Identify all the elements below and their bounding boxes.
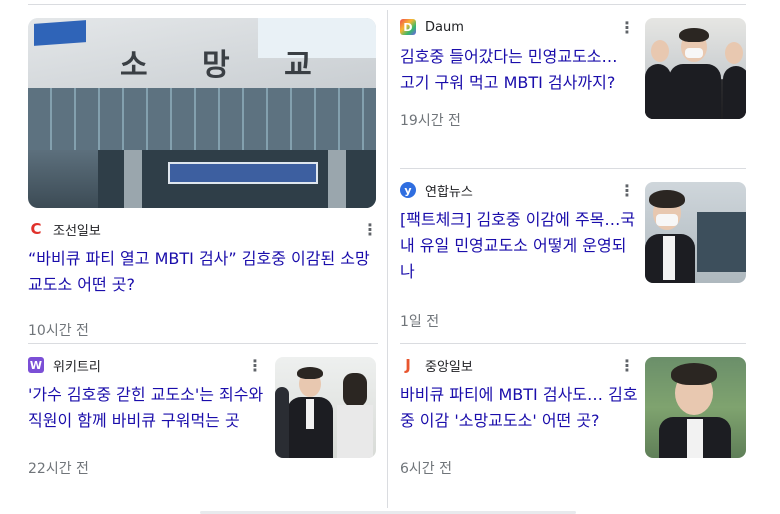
- news-card-wikitree[interactable]: W 위키트리 '가수 김호중 갇힌 교도소'는 죄수와 직원이 함께 바비큐 구…: [28, 356, 268, 478]
- joongang-logo-icon: J: [405, 356, 411, 374]
- source-name: Daum: [425, 19, 464, 35]
- source-name: 위키트리: [53, 359, 101, 375]
- card-source: D Daum: [400, 18, 640, 36]
- article-thumbnail[interactable]: [645, 182, 746, 283]
- daum-logo-icon: D: [400, 19, 416, 35]
- chosun-logo-icon: C: [30, 220, 42, 238]
- card-source: y 연합뉴스: [400, 181, 640, 200]
- wikitree-logo-icon: W: [28, 357, 44, 373]
- yonhap-logo-icon: y: [400, 182, 416, 198]
- timestamp: 22시간 전: [28, 461, 89, 477]
- article-image-prison-building[interactable]: 소 망 교 도 소: [28, 18, 376, 208]
- column-divider: [387, 10, 388, 508]
- timestamp: 19시간 전: [400, 113, 461, 129]
- card-source: W 위키트리: [28, 356, 268, 375]
- headline-link[interactable]: “바비큐 파티 열고 MBTI 검사” 김호중 이감된 소망교도소 어떤 곳?: [28, 246, 378, 298]
- headline-link[interactable]: [팩트체크] 김호중 이감에 주목…국내 유일 민영교도소 어떻게 운영되나: [400, 207, 638, 285]
- more-vert-icon[interactable]: ⋮: [619, 20, 635, 36]
- more-vert-icon[interactable]: ⋮: [247, 358, 263, 374]
- card-divider: [400, 343, 746, 344]
- card-source: C 조선일보: [28, 220, 378, 239]
- news-card-joongang[interactable]: J 중앙일보 바비큐 파티에 MBTI 검사도… 김호중 이감 '소망교도소' …: [400, 356, 640, 478]
- news-card-chosun[interactable]: C 조선일보 “바비큐 파티 열고 MBTI 검사” 김호중 이감된 소망교도소…: [28, 220, 378, 340]
- article-thumbnail[interactable]: [275, 357, 376, 458]
- more-vert-icon[interactable]: ⋮: [619, 358, 635, 374]
- timestamp: 10시간 전: [28, 323, 89, 339]
- source-name: 연합뉴스: [425, 184, 473, 200]
- article-thumbnail[interactable]: [645, 357, 746, 458]
- more-vert-icon[interactable]: ⋮: [362, 222, 378, 238]
- news-card-daum[interactable]: D Daum 김호중 들어갔다는 민영교도소…고기 구워 먹고 MBTI 검사까…: [400, 18, 640, 130]
- more-vert-icon[interactable]: ⋮: [619, 183, 635, 199]
- headline-link[interactable]: 김호중 들어갔다는 민영교도소…고기 구워 먹고 MBTI 검사까지?: [400, 44, 632, 96]
- card-divider: [28, 343, 378, 344]
- source-name: 조선일보: [53, 223, 101, 239]
- timestamp: 6시간 전: [400, 461, 452, 477]
- headline-link[interactable]: 바비큐 파티에 MBTI 검사도… 김호중 이감 '소망교도소' 어떤 곳?: [400, 382, 638, 434]
- headline-link[interactable]: '가수 김호중 갇힌 교도소'는 죄수와 직원이 함께 바비큐 구워먹는 곳: [28, 382, 268, 434]
- card-divider: [400, 168, 746, 169]
- article-thumbnail[interactable]: [645, 18, 746, 119]
- timestamp: 1일 전: [400, 314, 440, 330]
- source-name: 중앙일보: [425, 359, 473, 375]
- news-card-yonhap[interactable]: y 연합뉴스 [팩트체크] 김호중 이감에 주목…국내 유일 민영교도소 어떻게…: [400, 181, 640, 331]
- top-divider: [28, 4, 746, 5]
- card-source: J 중앙일보: [400, 356, 640, 375]
